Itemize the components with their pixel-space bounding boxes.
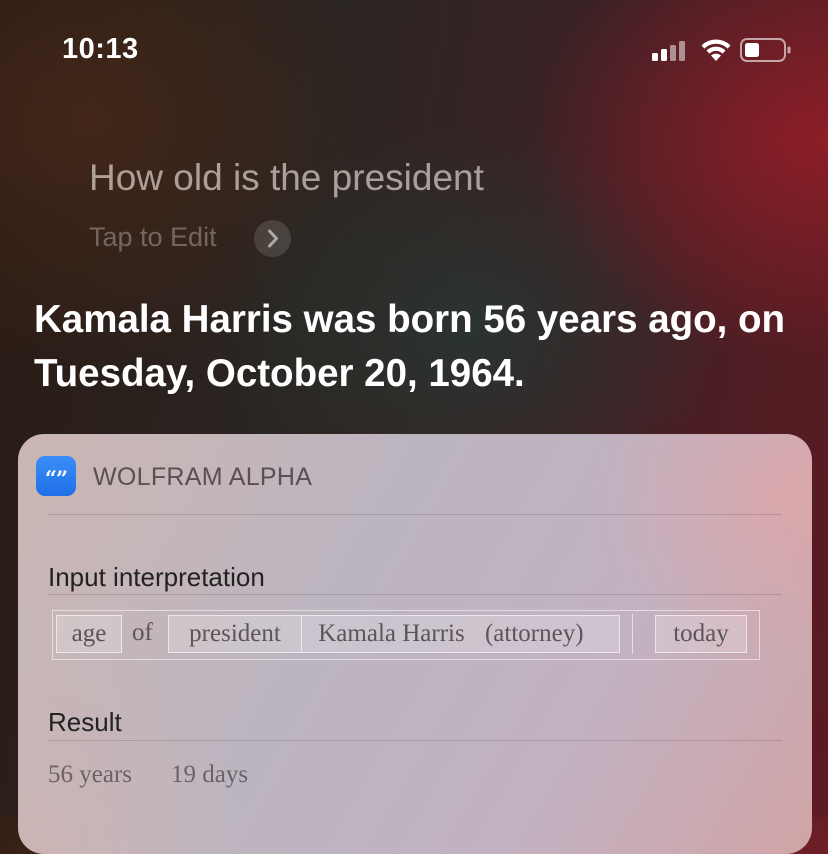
chevron-right-icon: [268, 229, 278, 248]
wolfram-quote-icon: “”: [36, 456, 76, 496]
siri-query-text[interactable]: How old is the president: [89, 157, 484, 199]
token-of: of: [132, 619, 153, 646]
card-source-title: WOLFRAM ALPHA: [93, 463, 313, 491]
token-today: today: [655, 615, 747, 653]
token-descriptor: (attorney): [484, 620, 584, 647]
siri-answer-text: Kamala Harris was born 56 years ago, on …: [34, 298, 786, 395]
token-separator: [632, 614, 633, 654]
wifi-icon: [701, 39, 731, 61]
input-interpretation-divider: [47, 594, 782, 595]
result-days: 19 days: [171, 761, 249, 788]
battery-icon: [740, 38, 791, 62]
input-interpretation-label: Input interpretation: [48, 562, 265, 592]
tap-to-edit-link[interactable]: Tap to Edit: [89, 222, 217, 253]
president-group-box: president Kamala Harris (attorney): [168, 615, 620, 653]
tap-to-edit-button[interactable]: [254, 220, 291, 257]
wolfram-alpha-card[interactable]: “” WOLFRAM ALPHA Input interpretation ag…: [18, 434, 812, 854]
cellular-signal-icon: [652, 41, 690, 61]
result-label: Result: [48, 707, 122, 737]
card-header-divider: [47, 514, 782, 515]
status-bar: 10:13: [0, 0, 828, 100]
result-years: 56 years: [48, 761, 132, 788]
token-president: president: [169, 616, 302, 652]
token-age: age: [56, 615, 122, 653]
status-time: 10:13: [62, 33, 139, 65]
result-divider: [47, 740, 782, 741]
token-person: Kamala Harris: [318, 620, 465, 647]
